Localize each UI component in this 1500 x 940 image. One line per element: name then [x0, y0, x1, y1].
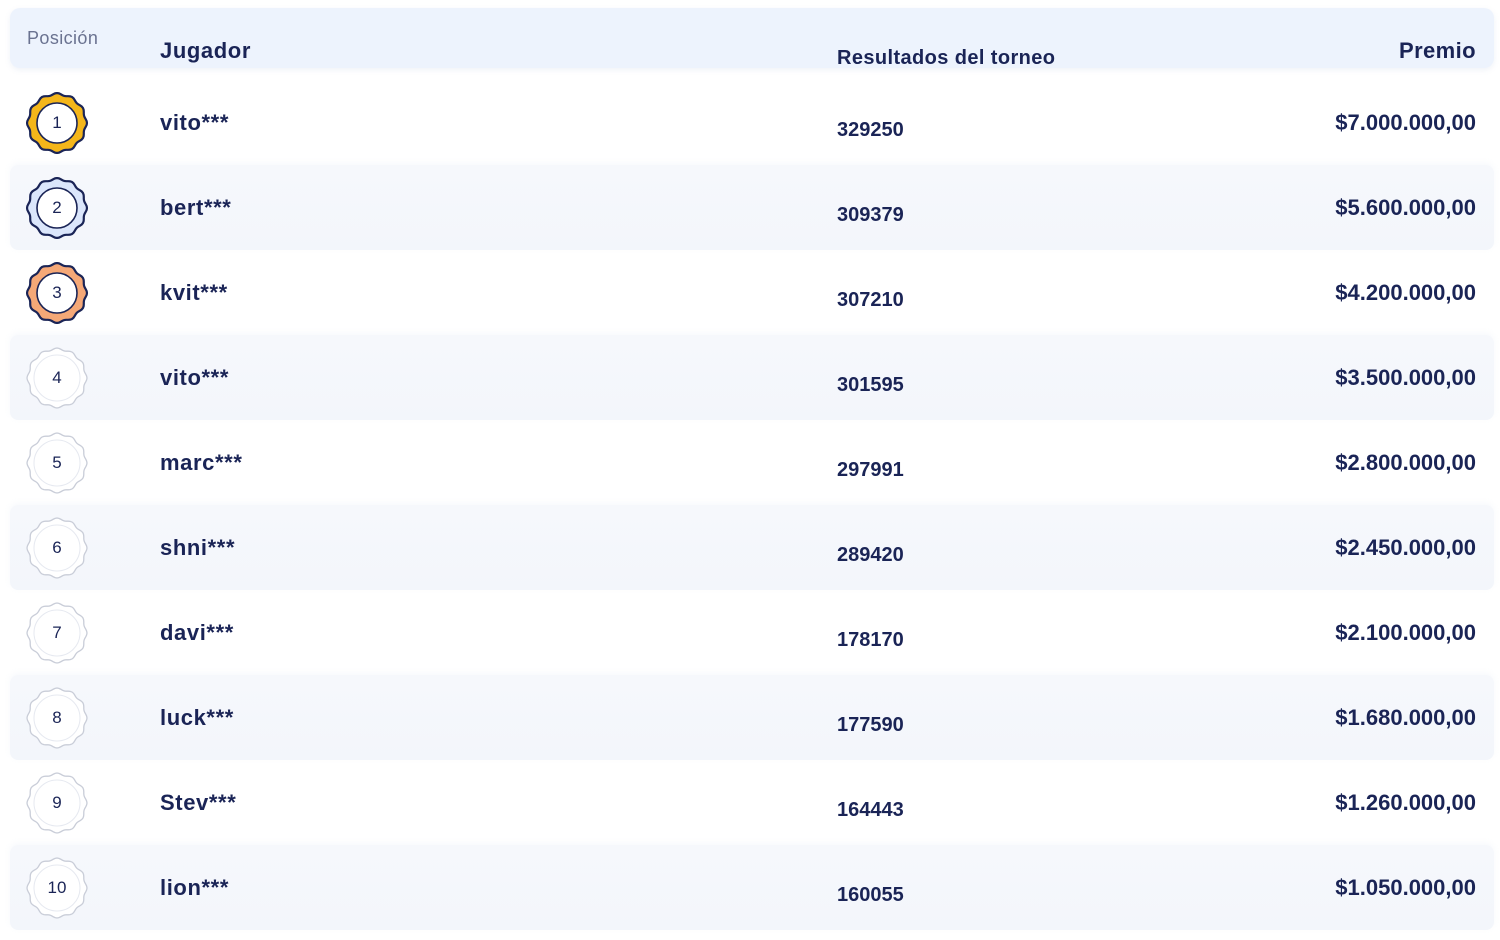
prize-amount: $7.000.000,00 — [1335, 110, 1476, 135]
player-name: davi*** — [160, 620, 234, 645]
position-number: 1 — [52, 113, 62, 132]
table-row: 9 Stev*** 164443 $1.260.000,00 — [10, 760, 1494, 845]
table-row: 6 shni*** 289420 $2.450.000,00 — [10, 505, 1494, 590]
tournament-result: 178170 — [837, 629, 904, 651]
prize-amount: $1.050.000,00 — [1335, 875, 1476, 900]
player-name: Stev*** — [160, 790, 237, 815]
tournament-result: 164443 — [837, 799, 904, 821]
position-number: 3 — [52, 283, 62, 302]
table-row: 7 davi*** 178170 $2.100.000,00 — [10, 590, 1494, 675]
player-name: vito*** — [160, 365, 229, 390]
position-number: 2 — [52, 198, 62, 217]
position-number: 4 — [52, 368, 62, 387]
table-row: 8 luck*** 177590 $1.680.000,00 — [10, 675, 1494, 760]
player-name: vito*** — [160, 110, 229, 135]
tournament-result: 307210 — [837, 289, 904, 311]
tournament-result: 297991 — [837, 459, 904, 481]
tournament-result: 160055 — [837, 884, 904, 906]
position-number: 6 — [52, 538, 62, 557]
player-name: shni*** — [160, 535, 236, 560]
position-number: 10 — [47, 878, 67, 897]
table-row: 3 kvit*** 307210 $4.200.000,00 — [10, 250, 1494, 335]
player-name: bert*** — [160, 195, 232, 220]
tournament-result: 301595 — [837, 374, 904, 396]
table-body: 1 vito*** 329250 $7.000.000,00 2 bert***… — [10, 80, 1494, 930]
player-name: marc*** — [160, 450, 243, 475]
table-header: Posición Jugador Resultados del torneo P… — [10, 8, 1494, 69]
prize-amount: $2.450.000,00 — [1335, 535, 1476, 560]
tournament-result: 289420 — [837, 544, 904, 566]
table-row: 5 marc*** 297991 $2.800.000,00 — [10, 420, 1494, 505]
position-number: 7 — [52, 623, 62, 642]
tournament-result: 177590 — [837, 714, 904, 736]
prize-amount: $1.680.000,00 — [1335, 705, 1476, 730]
table-row: 4 vito*** 301595 $3.500.000,00 — [10, 335, 1494, 420]
prize-amount: $1.260.000,00 — [1335, 790, 1476, 815]
table-row: 10 lion*** 160055 $1.050.000,00 — [10, 845, 1494, 930]
player-name: kvit*** — [160, 280, 228, 305]
prize-amount: $3.500.000,00 — [1335, 365, 1476, 390]
player-name: lion*** — [160, 875, 229, 900]
table-row: 1 vito*** 329250 $7.000.000,00 — [10, 80, 1494, 165]
leaderboard-table: Posición Jugador Resultados del torneo P… — [0, 0, 1500, 940]
prize-amount: $4.200.000,00 — [1335, 280, 1476, 305]
position-number: 9 — [52, 793, 62, 812]
table-row: 2 bert*** 309379 $5.600.000,00 — [10, 165, 1494, 250]
tournament-result: 309379 — [837, 204, 904, 226]
position-number: 5 — [52, 453, 62, 472]
prize-amount: $2.800.000,00 — [1335, 450, 1476, 475]
player-name: luck*** — [160, 705, 234, 730]
tournament-result: 329250 — [837, 119, 904, 141]
header-position: Posición — [27, 28, 99, 48]
prize-amount: $5.600.000,00 — [1335, 195, 1476, 220]
position-number: 8 — [52, 708, 62, 727]
prize-amount: $2.100.000,00 — [1335, 620, 1476, 645]
